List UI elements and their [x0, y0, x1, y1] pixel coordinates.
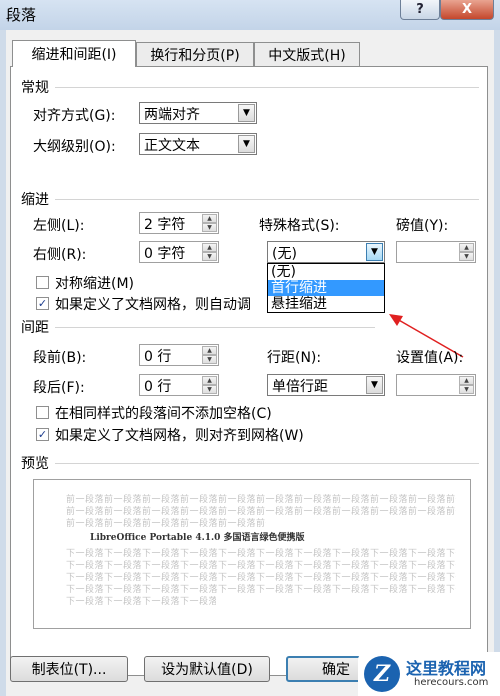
left-indent-spinner[interactable]: 2 字符 ▲ ▼	[139, 212, 219, 234]
set-default-button-label: 设为默认值(D)	[161, 662, 253, 678]
ok-button-label: 确定	[322, 662, 350, 678]
dropdown-option[interactable]: 悬挂缩进	[268, 296, 384, 312]
space-before-value: 0 行	[144, 349, 172, 365]
preview-next-paragraph: 下一段落下一段落下一段落下一段落下一段落下一段落下一段落下一段落下一段落下一段落…	[66, 597, 216, 607]
spin-down-icon[interactable]: ▼	[202, 385, 217, 394]
preview-pane: 前一段落前一段落前一段落前一段落前一段落前一段落前一段落前一段落前一段落前一段落…	[33, 479, 471, 629]
outline-level-value: 正文文本	[144, 138, 200, 154]
alignment-value: 两端对齐	[144, 107, 200, 123]
spin-up-icon[interactable]: ▲	[459, 376, 474, 385]
outline-level-select[interactable]: 正文文本 ▼	[139, 133, 257, 155]
dropdown-option[interactable]: (无)	[268, 264, 384, 280]
close-icon: X	[461, 2, 473, 17]
spin-down-icon[interactable]: ▼	[202, 223, 217, 232]
tab-label: 换行和分页(P)	[150, 47, 240, 64]
tab-asian-typography[interactable]: 中文版式(H)	[254, 42, 360, 66]
spin-up-icon[interactable]: ▲	[202, 346, 217, 355]
alignment-label: 对齐方式(G):	[33, 108, 116, 124]
site-title: 这里教程网	[406, 659, 487, 678]
line-spacing-select[interactable]: 单倍行距 ▼	[267, 374, 385, 396]
spin-up-icon[interactable]: ▲	[202, 376, 217, 385]
line-spacing-label: 行距(N):	[267, 350, 322, 366]
tab-panel: 常规 对齐方式(G): 两端对齐 ▼ 大纲级别(O): 正文文本 ▼ 缩进 左侧…	[10, 66, 488, 676]
title-bar: 段落 ? X	[0, 0, 500, 30]
at-value-spinner[interactable]: ▲ ▼	[396, 374, 476, 396]
alignment-select[interactable]: 两端对齐 ▼	[139, 102, 257, 124]
snap-to-grid-checkbox[interactable]: ✓	[36, 428, 49, 441]
site-url: herecours.com	[414, 677, 489, 688]
special-format-dropdown: (无) 首行缩进 悬挂缩进	[267, 263, 385, 313]
at-value-label: 设置值(A):	[396, 350, 464, 366]
chevron-down-icon[interactable]: ▼	[238, 104, 255, 122]
line-spacing-value: 单倍行距	[272, 379, 328, 395]
preview-divider	[55, 463, 479, 464]
window-title: 段落	[6, 6, 37, 24]
no-space-same-style-checkbox[interactable]	[36, 406, 49, 419]
snap-to-grid-label: 如果定义了文档网格，则对齐到网格(W)	[55, 428, 304, 444]
tabs-button-label: 制表位(T)...	[31, 662, 107, 678]
space-after-spinner[interactable]: 0 行 ▲ ▼	[139, 374, 219, 396]
special-format-label: 特殊格式(S):	[259, 218, 340, 234]
spin-up-icon[interactable]: ▲	[202, 214, 217, 223]
spin-up-icon[interactable]: ▲	[459, 243, 474, 252]
spin-up-icon[interactable]: ▲	[202, 243, 217, 252]
right-indent-spinner[interactable]: 0 字符 ▲ ▼	[139, 241, 219, 263]
indent-divider	[55, 199, 479, 200]
mirror-indents-checkbox[interactable]	[36, 276, 49, 289]
close-button[interactable]: X	[440, 0, 494, 20]
chevron-down-icon[interactable]: ▼	[238, 135, 255, 153]
tab-label: 缩进和间距(I)	[31, 47, 117, 63]
spin-down-icon[interactable]: ▼	[459, 252, 474, 261]
tab-indents-spacing[interactable]: 缩进和间距(I)	[12, 40, 136, 67]
spin-down-icon[interactable]: ▼	[459, 385, 474, 394]
general-section-title: 常规	[21, 80, 49, 96]
spin-down-icon[interactable]: ▼	[202, 355, 217, 364]
magnitude-label: 磅值(Y):	[396, 218, 449, 234]
spin-down-icon[interactable]: ▼	[202, 252, 217, 261]
space-after-value: 0 行	[144, 379, 172, 395]
tab-label: 中文版式(H)	[268, 47, 346, 64]
preview-sample-text: LibreOffice Portable 4.1.0 多国语言绿色便携版	[90, 533, 305, 543]
spacing-section-title: 间距	[21, 320, 49, 336]
arrow-head	[389, 314, 403, 326]
mirror-indents-label: 对称缩进(M)	[55, 276, 135, 292]
magnitude-spinner[interactable]: ▲ ▼	[396, 241, 476, 263]
indent-section-title: 缩进	[21, 192, 49, 208]
special-format-value: (无)	[272, 246, 297, 262]
tabs-button[interactable]: 制表位(T)...	[10, 656, 128, 682]
spacing-divider	[55, 327, 375, 328]
left-indent-label: 左侧(L):	[33, 218, 85, 234]
space-after-label: 段后(F):	[33, 380, 85, 396]
right-indent-label: 右侧(R):	[33, 247, 87, 263]
chevron-down-icon[interactable]: ▼	[366, 243, 383, 261]
no-space-same-style-label: 在相同样式的段落间不添加空格(C)	[55, 406, 272, 422]
tab-line-page-breaks[interactable]: 换行和分页(P)	[136, 42, 254, 66]
chevron-down-icon[interactable]: ▼	[366, 376, 383, 394]
preview-section-title: 预览	[21, 456, 49, 472]
help-button[interactable]: ?	[400, 0, 440, 20]
general-divider	[55, 87, 479, 88]
auto-adjust-label: 如果定义了文档网格，则自动调	[55, 297, 251, 313]
preview-previous-paragraph: 前一段落前一段落前一段落前一段落前一段落前一段落前一段落前一段落前一段落前一段落…	[66, 519, 266, 529]
site-logo: Z	[364, 656, 400, 692]
space-before-label: 段前(B):	[33, 350, 87, 366]
dialog-body: 缩进和间距(I) 换行和分页(P) 中文版式(H) 常规 对齐方式(G): 两端…	[6, 30, 494, 696]
left-indent-value: 2 字符	[144, 217, 186, 233]
set-default-button[interactable]: 设为默认值(D)	[144, 656, 270, 682]
help-icon: ?	[416, 2, 424, 17]
site-watermark: Z 这里教程网 herecours.com	[358, 652, 500, 696]
dropdown-option-selected[interactable]: 首行缩进	[268, 280, 384, 296]
outline-level-label: 大纲级别(O):	[33, 139, 116, 155]
special-format-select[interactable]: (无) ▼	[267, 241, 385, 263]
auto-adjust-checkbox[interactable]: ✓	[36, 297, 49, 310]
right-indent-value: 0 字符	[144, 246, 186, 262]
space-before-spinner[interactable]: 0 行 ▲ ▼	[139, 344, 219, 366]
